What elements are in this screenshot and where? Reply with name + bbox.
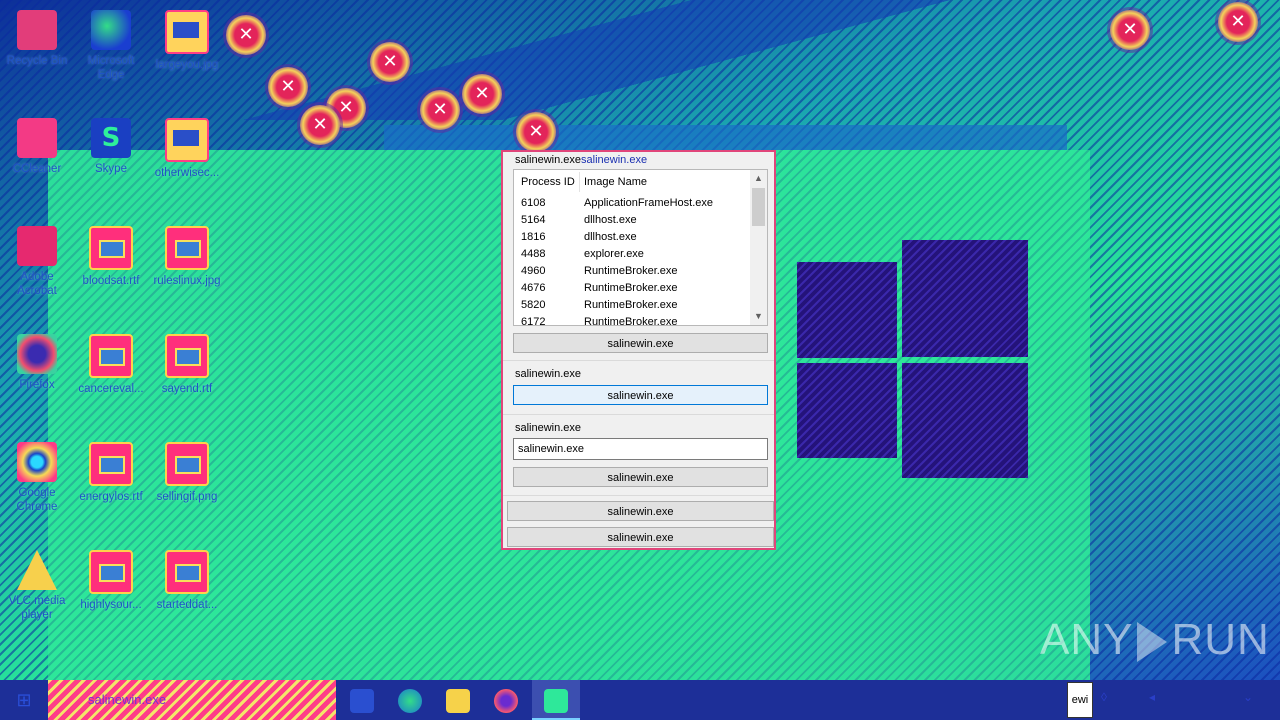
separator — [503, 495, 774, 496]
image-file-icon — [165, 118, 209, 162]
separator — [503, 360, 774, 361]
error-bubble-icon: ✕ — [370, 42, 410, 82]
dialog-button[interactable]: salinewin.exe — [507, 501, 774, 521]
file-icon — [89, 334, 133, 378]
desktop-icon-starteddat[interactable]: starteddat... — [150, 550, 224, 612]
error-bubble-icon: ✕ — [462, 74, 502, 114]
vlc-icon — [17, 550, 57, 590]
firefox-icon — [17, 334, 57, 374]
desktop-icon-largeyou[interactable]: largeyou.jpg — [150, 10, 224, 72]
ccleaner-icon — [17, 118, 57, 158]
dialog-button[interactable]: salinewin.exe — [507, 527, 774, 547]
desktop-icon-bloodsat[interactable]: bloodsat.rtf — [74, 226, 148, 288]
edge-icon — [91, 10, 131, 50]
group-label: salinewin.exe — [515, 422, 582, 434]
desktop-icon-firefox[interactable]: Firefox — [0, 334, 74, 392]
image-file-icon — [165, 10, 209, 54]
file-explorer-icon[interactable] — [434, 680, 482, 720]
taskbar-search-box[interactable]: salinewin.exe — [48, 680, 336, 720]
desktop-icon-skype[interactable]: S Skype — [74, 118, 148, 176]
column-divider — [579, 172, 580, 192]
separator — [503, 414, 774, 415]
acrobat-icon — [17, 226, 57, 266]
desktop-icon-vlc[interactable]: VLC media player — [0, 550, 74, 622]
desktop-icon-ruleslinux[interactable]: ruleslinux.jpg — [150, 226, 224, 288]
taskbar-app-salinewin[interactable] — [532, 680, 580, 720]
anyrun-watermark: ANY RUN — [1040, 615, 1270, 664]
desktop-icon-adobe[interactable]: Adobe Acrobat — [0, 226, 74, 298]
desktop-icon-edge[interactable]: Microsoft Edge — [74, 10, 148, 82]
taskbar: ⊞ salinewin.exe ewi ◊ ◂ ⌄ — [0, 680, 1280, 720]
process-list[interactable]: Process ID Image Name 6108 ApplicationFra… — [513, 169, 768, 326]
tray-window[interactable]: ewi — [1067, 682, 1093, 718]
file-icon — [89, 550, 133, 594]
scroll-down-icon[interactable]: ▼ — [750, 308, 767, 325]
desktop-icon-sellingif[interactable]: sellingif.png — [150, 442, 224, 504]
windows-start-icon[interactable]: ⊞ — [0, 680, 48, 720]
windows-logo-pane — [902, 363, 1028, 478]
windows-logo-pane — [797, 262, 897, 358]
network-icon[interactable]: ◊ — [1096, 690, 1112, 708]
chrome-icon — [17, 442, 57, 482]
error-bubble-icon: ✕ — [268, 67, 308, 107]
column-header-image-name[interactable]: Image Name — [584, 170, 647, 194]
process-name-input[interactable] — [513, 438, 768, 460]
run-process-button[interactable]: salinewin.exe — [513, 467, 768, 487]
error-bubble-icon: ✕ — [300, 105, 340, 145]
file-icon — [165, 550, 209, 594]
error-bubble-icon: ✕ — [420, 90, 460, 130]
notifications-icon[interactable]: ⌄ — [1240, 690, 1256, 708]
ghost-window-titlebar — [384, 125, 1067, 150]
desktop: ✕ ✕ ✕ ✕ ✕ ✕ ✕ ✕ ✕ ✕ Recycle Bin Microsof… — [0, 0, 1280, 680]
desktop-icon-recycle-bin[interactable]: Recycle Bin — [0, 10, 74, 68]
column-header-process-id[interactable]: Process ID — [521, 170, 575, 194]
rtf-file-icon — [165, 334, 209, 378]
desktop-icon-highlysour[interactable]: highlysour... — [74, 550, 148, 612]
process-list-scrollbar[interactable]: ▲ ▼ — [750, 170, 767, 325]
volume-icon[interactable]: ◂ — [1144, 690, 1160, 708]
scroll-up-icon[interactable]: ▲ — [750, 170, 767, 187]
desktop-icon-chrome[interactable]: Google Chrome — [0, 442, 74, 514]
dialog-title: salinewin.exesalinewin.exe — [515, 154, 648, 166]
task-view-icon[interactable] — [338, 680, 386, 720]
rtf-file-icon — [89, 226, 133, 270]
rtf-file-icon — [89, 442, 133, 486]
play-icon — [1137, 622, 1168, 663]
desktop-icon-otherwisec[interactable]: otherwisec... — [150, 118, 224, 180]
error-bubble-icon: ✕ — [516, 112, 556, 152]
edge-icon[interactable] — [386, 680, 434, 720]
desktop-icon-energylos[interactable]: energylos.rtf — [74, 442, 148, 504]
windows-logo-pane — [902, 240, 1028, 357]
action-button-focused[interactable]: salinewin.exe — [513, 385, 768, 405]
end-process-button[interactable]: salinewin.exe — [513, 333, 768, 353]
recycle-bin-icon — [17, 10, 57, 50]
desktop-icon-cancereval[interactable]: cancereval... — [74, 334, 148, 396]
skype-icon: S — [91, 118, 131, 158]
scrollbar-thumb[interactable] — [752, 188, 765, 226]
error-bubble-icon: ✕ — [1218, 2, 1258, 42]
windows-logo-pane — [797, 363, 897, 458]
desktop-icon-sayend[interactable]: sayend.rtf — [150, 334, 224, 396]
image-file-icon — [165, 442, 209, 486]
process-dialog: salinewin.exesalinewin.exe Process ID Im… — [501, 150, 776, 550]
error-bubble-icon: ✕ — [1110, 10, 1150, 50]
image-file-icon — [165, 226, 209, 270]
desktop-icon-ccleaner[interactable]: CCleaner — [0, 118, 74, 176]
firefox-icon[interactable] — [482, 680, 530, 720]
error-bubble-icon: ✕ — [226, 15, 266, 55]
group-label: salinewin.exe — [515, 368, 582, 380]
